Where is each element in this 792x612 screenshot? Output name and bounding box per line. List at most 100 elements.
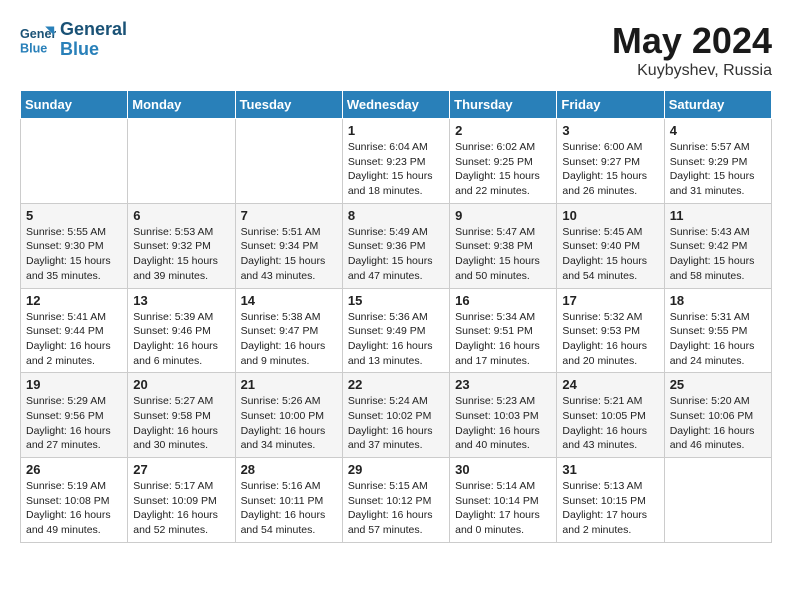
logo: General Blue General Blue <box>20 20 127 60</box>
calendar-cell: 12 Sunrise: 5:41 AM Sunset: 9:44 PM Dayli… <box>21 288 128 373</box>
day-number: 27 <box>133 462 229 477</box>
weekday-header-sunday: Sunday <box>21 91 128 119</box>
day-number: 12 <box>26 293 122 308</box>
month-year-title: May 2024 <box>612 20 772 62</box>
day-number: 25 <box>670 377 766 392</box>
day-info: Sunrise: 5:15 AM Sunset: 10:12 PM Daylig… <box>348 479 444 538</box>
calendar-cell: 6Sunrise: 5:53 AM Sunset: 9:32 PM Daylig… <box>128 203 235 288</box>
day-info: Sunrise: 5:38 AM Sunset: 9:47 PM Dayligh… <box>241 310 337 369</box>
day-info: Sunrise: 5:32 AM Sunset: 9:53 PM Dayligh… <box>562 310 658 369</box>
calendar-cell: 22 Sunrise: 5:24 AM Sunset: 10:02 PM Dayl… <box>342 373 449 458</box>
day-info: Sunrise: 5:16 AM Sunset: 10:11 PM Daylig… <box>241 479 337 538</box>
day-info: Sunrise: 5:55 AM Sunset: 9:30 PM Dayligh… <box>26 225 122 284</box>
day-number: 18 <box>670 293 766 308</box>
calendar-cell: 5 Sunrise: 5:55 AM Sunset: 9:30 PM Daylig… <box>21 203 128 288</box>
calendar-cell: 16 Sunrise: 5:34 AM Sunset: 9:51 PM Dayli… <box>450 288 557 373</box>
calendar-week-row: 12 Sunrise: 5:41 AM Sunset: 9:44 PM Dayli… <box>21 288 772 373</box>
calendar-cell <box>235 119 342 204</box>
day-info: Sunrise: 5:41 AM Sunset: 9:44 PM Dayligh… <box>26 310 122 369</box>
day-info: Sunrise: 5:29 AM Sunset: 9:56 PM Dayligh… <box>26 394 122 453</box>
day-info: Sunrise: 6:00 AM Sunset: 9:27 PM Dayligh… <box>562 140 658 199</box>
day-number: 14 <box>241 293 337 308</box>
svg-text:Blue: Blue <box>20 41 47 55</box>
day-number: 19 <box>26 377 122 392</box>
day-info: Sunrise: 5:57 AM Sunset: 9:29 PM Dayligh… <box>670 140 766 199</box>
day-info: Sunrise: 5:53 AM Sunset: 9:32 PM Dayligh… <box>133 225 229 284</box>
weekday-header-row: SundayMondayTuesdayWednesdayThursdayFrid… <box>21 91 772 119</box>
day-number: 16 <box>455 293 551 308</box>
calendar-cell: 19 Sunrise: 5:29 AM Sunset: 9:56 PM Dayli… <box>21 373 128 458</box>
calendar-cell: 8Sunrise: 5:49 AM Sunset: 9:36 PM Daylig… <box>342 203 449 288</box>
day-info: Sunrise: 5:20 AM Sunset: 10:06 PM Daylig… <box>670 394 766 453</box>
calendar-cell: 21 Sunrise: 5:26 AM Sunset: 10:00 PM Dayl… <box>235 373 342 458</box>
calendar-cell: 20Sunrise: 5:27 AM Sunset: 9:58 PM Dayli… <box>128 373 235 458</box>
calendar-cell: 7Sunrise: 5:51 AM Sunset: 9:34 PM Daylig… <box>235 203 342 288</box>
calendar-cell: 26Sunrise: 5:19 AM Sunset: 10:08 PM Dayl… <box>21 458 128 543</box>
calendar-cell: 2 Sunrise: 6:02 AM Sunset: 9:25 PM Daylig… <box>450 119 557 204</box>
day-info: Sunrise: 5:43 AM Sunset: 9:42 PM Dayligh… <box>670 225 766 284</box>
logo-icon: General Blue <box>20 22 56 58</box>
calendar-cell: 1 Sunrise: 6:04 AM Sunset: 9:23 PM Daylig… <box>342 119 449 204</box>
calendar-cell: 28 Sunrise: 5:16 AM Sunset: 10:11 PM Dayl… <box>235 458 342 543</box>
day-number: 4 <box>670 123 766 138</box>
day-number: 2 <box>455 123 551 138</box>
calendar-cell: 17Sunrise: 5:32 AM Sunset: 9:53 PM Dayli… <box>557 288 664 373</box>
day-number: 28 <box>241 462 337 477</box>
calendar-cell: 25 Sunrise: 5:20 AM Sunset: 10:06 PM Dayl… <box>664 373 771 458</box>
day-number: 30 <box>455 462 551 477</box>
calendar-cell: 4 Sunrise: 5:57 AM Sunset: 9:29 PM Daylig… <box>664 119 771 204</box>
day-info: Sunrise: 5:23 AM Sunset: 10:03 PM Daylig… <box>455 394 551 453</box>
day-info: Sunrise: 5:17 AM Sunset: 10:09 PM Daylig… <box>133 479 229 538</box>
page-header: General Blue General Blue May 2024 Kuyby… <box>20 20 772 80</box>
day-number: 21 <box>241 377 337 392</box>
day-number: 11 <box>670 208 766 223</box>
day-info: Sunrise: 5:45 AM Sunset: 9:40 PM Dayligh… <box>562 225 658 284</box>
calendar-cell: 15 Sunrise: 5:36 AM Sunset: 9:49 PM Dayli… <box>342 288 449 373</box>
weekday-header-friday: Friday <box>557 91 664 119</box>
day-number: 7 <box>241 208 337 223</box>
calendar-cell: 23 Sunrise: 5:23 AM Sunset: 10:03 PM Dayl… <box>450 373 557 458</box>
calendar-week-row: 5 Sunrise: 5:55 AM Sunset: 9:30 PM Daylig… <box>21 203 772 288</box>
day-number: 24 <box>562 377 658 392</box>
day-info: Sunrise: 5:36 AM Sunset: 9:49 PM Dayligh… <box>348 310 444 369</box>
calendar-title-area: May 2024 Kuybyshev, Russia <box>612 20 772 80</box>
day-number: 31 <box>562 462 658 477</box>
day-info: Sunrise: 5:14 AM Sunset: 10:14 PM Daylig… <box>455 479 551 538</box>
day-number: 9 <box>455 208 551 223</box>
day-number: 23 <box>455 377 551 392</box>
day-info: Sunrise: 5:21 AM Sunset: 10:05 PM Daylig… <box>562 394 658 453</box>
day-info: Sunrise: 5:26 AM Sunset: 10:00 PM Daylig… <box>241 394 337 453</box>
calendar-cell <box>21 119 128 204</box>
calendar-cell <box>664 458 771 543</box>
calendar-cell: 9Sunrise: 5:47 AM Sunset: 9:38 PM Daylig… <box>450 203 557 288</box>
day-info: Sunrise: 6:04 AM Sunset: 9:23 PM Dayligh… <box>348 140 444 199</box>
day-number: 10 <box>562 208 658 223</box>
calendar-table: SundayMondayTuesdayWednesdayThursdayFrid… <box>20 90 772 543</box>
calendar-cell: 14 Sunrise: 5:38 AM Sunset: 9:47 PM Dayli… <box>235 288 342 373</box>
calendar-week-row: 1 Sunrise: 6:04 AM Sunset: 9:23 PM Daylig… <box>21 119 772 204</box>
day-info: Sunrise: 5:34 AM Sunset: 9:51 PM Dayligh… <box>455 310 551 369</box>
day-info: Sunrise: 5:24 AM Sunset: 10:02 PM Daylig… <box>348 394 444 453</box>
day-info: Sunrise: 5:13 AM Sunset: 10:15 PM Daylig… <box>562 479 658 538</box>
calendar-cell: 31 Sunrise: 5:13 AM Sunset: 10:15 PM Dayl… <box>557 458 664 543</box>
day-number: 3 <box>562 123 658 138</box>
day-number: 1 <box>348 123 444 138</box>
calendar-cell: 24 Sunrise: 5:21 AM Sunset: 10:05 PM Dayl… <box>557 373 664 458</box>
calendar-cell: 11 Sunrise: 5:43 AM Sunset: 9:42 PM Dayli… <box>664 203 771 288</box>
day-info: Sunrise: 5:39 AM Sunset: 9:46 PM Dayligh… <box>133 310 229 369</box>
calendar-cell: 18 Sunrise: 5:31 AM Sunset: 9:55 PM Dayli… <box>664 288 771 373</box>
day-number: 13 <box>133 293 229 308</box>
weekday-header-tuesday: Tuesday <box>235 91 342 119</box>
day-number: 15 <box>348 293 444 308</box>
day-info: Sunrise: 6:02 AM Sunset: 9:25 PM Dayligh… <box>455 140 551 199</box>
day-number: 8 <box>348 208 444 223</box>
day-number: 5 <box>26 208 122 223</box>
calendar-week-row: 26Sunrise: 5:19 AM Sunset: 10:08 PM Dayl… <box>21 458 772 543</box>
day-info: Sunrise: 5:31 AM Sunset: 9:55 PM Dayligh… <box>670 310 766 369</box>
location-title: Kuybyshev, Russia <box>612 62 772 80</box>
calendar-cell: 13 Sunrise: 5:39 AM Sunset: 9:46 PM Dayli… <box>128 288 235 373</box>
calendar-cell: 10 Sunrise: 5:45 AM Sunset: 9:40 PM Dayli… <box>557 203 664 288</box>
day-number: 22 <box>348 377 444 392</box>
logo-line2: Blue <box>60 40 127 60</box>
weekday-header-monday: Monday <box>128 91 235 119</box>
